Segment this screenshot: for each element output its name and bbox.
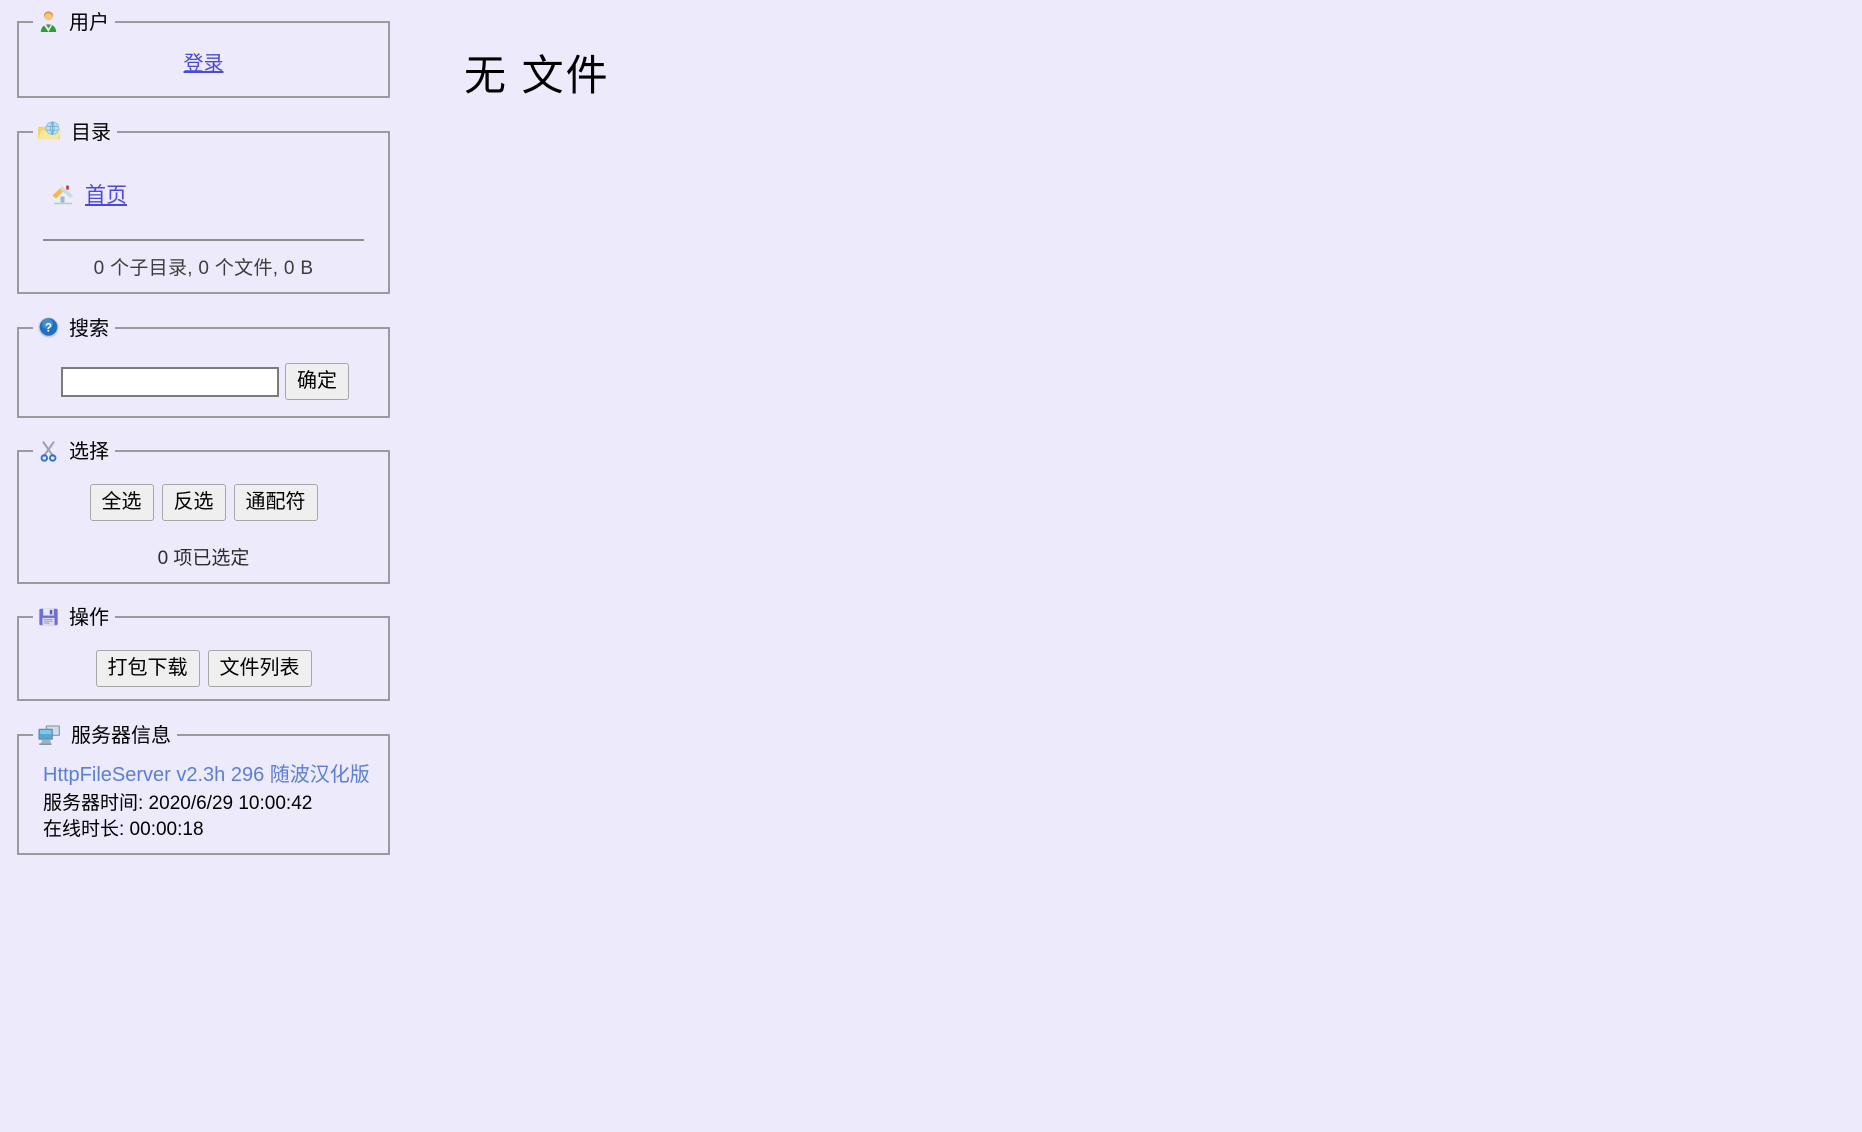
user-panel: 用户 登录 [17, 10, 390, 98]
select-panel: 选择 全选 反选 通配符 0 项已选定 [17, 440, 390, 584]
action-panel: 操作 打包下载 文件列表 [17, 606, 390, 701]
server-info-panel: 服务器信息 HttpFileServer v2.3h 296 随波汉化版 服务器… [17, 723, 390, 855]
user-panel-title: 用户 [69, 11, 109, 34]
server-info-title: 服务器信息 [71, 724, 171, 747]
select-panel-body: 全选 反选 通配符 0 项已选定 [29, 462, 378, 570]
server-uptime-label: 在线时长: 00:00:18 [43, 819, 204, 840]
user-icon [37, 10, 60, 33]
sidebar: 用户 登录 目录 首页 0 个子目录, 0 个文件, 0 B ? 搜索 确定 选… [0, 0, 392, 877]
floppy-disk-icon [37, 606, 60, 628]
search-panel-body: 确定 [29, 339, 378, 404]
search-submit-button[interactable]: 确定 [285, 363, 349, 400]
folder-panel-body: 首页 0 个子目录, 0 个文件, 0 B [29, 143, 378, 280]
user-panel-legend: 用户 [33, 10, 115, 34]
folder-globe-icon [37, 120, 62, 143]
file-list-button[interactable]: 文件列表 [207, 650, 312, 687]
home-folder-row[interactable]: 首页 [29, 149, 378, 209]
svg-text:?: ? [45, 323, 52, 335]
login-link[interactable]: 登录 [184, 53, 224, 75]
folder-stats: 0 个子目录, 0 个文件, 0 B [93, 258, 314, 279]
invert-selection-button[interactable]: 反选 [161, 484, 226, 521]
action-button-row: 打包下载 文件列表 [29, 638, 378, 687]
search-panel-title: 搜索 [69, 317, 109, 340]
scissors-icon [37, 440, 60, 462]
house-icon [51, 183, 75, 205]
selected-count-label: 0 项已选定 [157, 548, 250, 569]
user-panel-body: 登录 [29, 33, 378, 84]
select-panel-legend: 选择 [33, 440, 115, 463]
select-all-button[interactable]: 全选 [89, 484, 154, 521]
search-input[interactable] [61, 366, 279, 397]
wildcard-button[interactable]: 通配符 [233, 484, 318, 521]
folder-panel-legend: 目录 [33, 120, 117, 144]
search-panel: ? 搜索 确定 [17, 316, 390, 418]
folder-panel-title: 目录 [71, 121, 111, 144]
archive-download-button[interactable]: 打包下载 [95, 650, 200, 687]
home-link[interactable]: 首页 [85, 179, 127, 209]
action-panel-legend: 操作 [33, 606, 115, 629]
server-info-legend: 服务器信息 [33, 723, 177, 747]
action-panel-body: 打包下载 文件列表 [29, 628, 378, 687]
page-layout: 用户 登录 目录 首页 0 个子目录, 0 个文件, 0 B ? 搜索 确定 选… [0, 0, 1862, 1132]
server-time-label: 服务器时间: 2020/6/29 10:00:42 [43, 793, 313, 814]
server-info-body: HttpFileServer v2.3h 296 随波汉化版 服务器时间: 20… [29, 746, 378, 843]
server-version-link[interactable]: HttpFileServer v2.3h 296 随波汉化版 [43, 758, 370, 787]
search-row: 确定 [29, 349, 378, 404]
help-question-icon: ? [37, 316, 60, 339]
select-button-row: 全选 反选 通配符 [29, 472, 378, 521]
action-panel-title: 操作 [69, 607, 109, 629]
folder-panel: 目录 首页 0 个子目录, 0 个文件, 0 B [17, 120, 390, 294]
main-content: 无 文件 [392, 0, 1862, 100]
search-panel-legend: ? 搜索 [33, 316, 115, 340]
page-title: 无 文件 [464, 52, 610, 99]
select-panel-title: 选择 [69, 441, 109, 463]
server-computer-icon [37, 723, 62, 746]
